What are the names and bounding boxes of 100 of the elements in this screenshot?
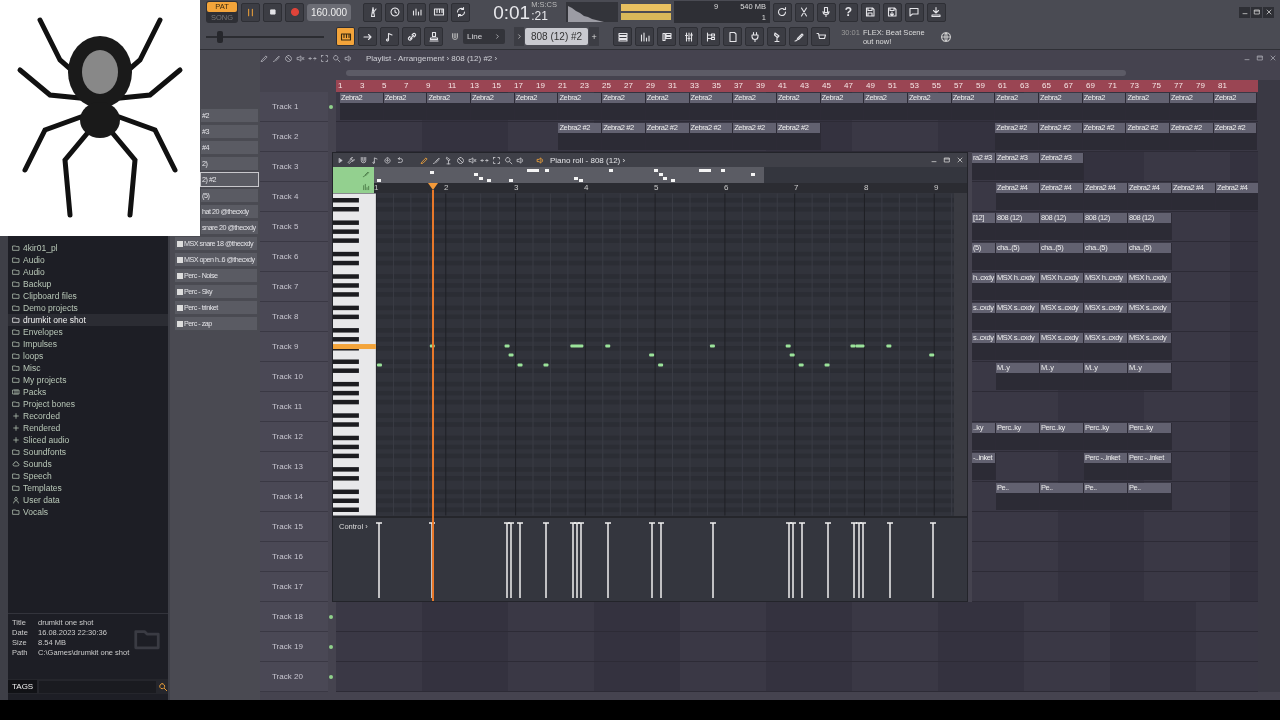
bar-number: 8 (864, 183, 870, 193)
metronome-button[interactable] (363, 2, 383, 22)
minimize-button[interactable] (1239, 6, 1250, 18)
browser-item[interactable]: Misc (8, 362, 168, 374)
pattern-selector[interactable]: 808 (12) #2 (525, 28, 589, 46)
browser-item[interactable]: Recorded (8, 410, 168, 422)
slider-thumb[interactable] (217, 30, 224, 43)
browser-item[interactable]: Project bones (8, 398, 168, 410)
download-icon (930, 6, 943, 19)
track-header[interactable]: Track 10 (260, 362, 328, 392)
browser-item[interactable]: Vocals (8, 506, 168, 518)
stamp-button[interactable] (424, 27, 443, 47)
track-header[interactable]: Track 2 (260, 122, 328, 152)
chat-button[interactable] (905, 2, 924, 22)
page-button[interactable] (723, 27, 743, 47)
mic-button[interactable] (817, 2, 836, 22)
browser-item[interactable]: Audio (8, 266, 168, 278)
snap-dropdown[interactable]: Line (463, 29, 505, 45)
vertical-scrollbar[interactable] (954, 193, 967, 516)
browser-item[interactable]: Sliced audio (8, 434, 168, 446)
download-button[interactable] (927, 2, 946, 22)
track-header[interactable]: Track 11 (260, 392, 328, 422)
track-header[interactable]: Track 6 (260, 242, 328, 272)
step-bars-button[interactable] (635, 27, 655, 47)
track-header[interactable]: Track 15 (260, 512, 328, 542)
tempo-display[interactable]: 160.000 (307, 3, 352, 21)
browser-item[interactable]: Soundfonts (8, 446, 168, 458)
browser-item[interactable]: Speech (8, 470, 168, 482)
track-header[interactable]: Track 1 (260, 92, 328, 122)
note-button[interactable] (380, 27, 399, 47)
track-lane[interactable] (972, 542, 1258, 572)
keys-button[interactable] (429, 2, 449, 22)
playhead-marker[interactable] (428, 183, 438, 601)
track-lane[interactable] (972, 572, 1258, 602)
mixer-button[interactable] (679, 27, 699, 47)
browser-item[interactable]: User data (8, 494, 168, 506)
cart-button[interactable] (811, 27, 831, 47)
close-button[interactable] (1263, 6, 1274, 18)
playlist-button[interactable] (613, 27, 633, 47)
track-header[interactable]: Track 16 (260, 542, 328, 572)
clock-button[interactable] (385, 2, 405, 22)
browser-tree-button[interactable] (701, 27, 721, 47)
track-header[interactable]: Track 12 (260, 422, 328, 452)
add-pattern-button[interactable]: + (589, 27, 600, 47)
vertical-scrollbar[interactable] (1258, 80, 1280, 692)
step-bars-button[interactable] (407, 2, 427, 22)
track-header[interactable]: Track 18 (260, 602, 328, 632)
brush-button[interactable] (789, 27, 809, 47)
browser-item[interactable]: Rendered (8, 422, 168, 434)
pitch-slider[interactable] (206, 29, 324, 44)
track-header[interactable]: Track 14 (260, 482, 328, 512)
save-as-button[interactable] (883, 2, 902, 22)
track-header[interactable]: Track 4 (260, 182, 328, 212)
track-header[interactable]: Track 13 (260, 452, 328, 482)
browser-item[interactable]: Demo projects (8, 302, 168, 314)
track-header[interactable]: Track 8 (260, 302, 328, 332)
browser-item[interactable]: Clipboard files (8, 290, 168, 302)
pause-button[interactable] (241, 2, 260, 22)
loop-button[interactable] (451, 2, 471, 22)
lamp-button[interactable] (767, 27, 787, 47)
maximize-button[interactable] (941, 154, 952, 166)
browser-item[interactable]: My projects (8, 374, 168, 386)
track-header[interactable]: Track 7 (260, 272, 328, 302)
timeline-ruler[interactable]: 1 3 5 7 9 11 13 15 17 19 21 23 25 27 29 31 33 35 37 39 41 43 45 47 49 51 53 55 57 59 61 63 65 67 69 71 73 75 77 79 81 (336, 80, 1258, 92)
browser-item[interactable]: Packs (8, 386, 168, 398)
browser-item[interactable]: Envelopes (8, 326, 168, 338)
browser-item[interactable]: Audio (8, 254, 168, 266)
track-header[interactable]: Track 9 (260, 332, 328, 362)
bar-number: 5 (382, 80, 388, 92)
browser-item[interactable]: Sounds (8, 458, 168, 470)
link-button[interactable] (402, 27, 421, 47)
keys-button[interactable] (336, 27, 355, 47)
browser-item[interactable]: drumkit one shot (8, 314, 168, 326)
track-lane[interactable] (972, 392, 1258, 422)
browser-item[interactable]: Impulses (8, 338, 168, 350)
piano-keyboard-drawing[interactable] (333, 193, 376, 516)
refresh-button[interactable] (773, 2, 792, 22)
track-header[interactable]: Track 17 (260, 572, 328, 602)
save-button[interactable] (861, 2, 880, 22)
channel-button[interactable] (657, 27, 677, 47)
track-header[interactable]: Track 5 (260, 212, 328, 242)
browser-item[interactable]: Backup (8, 278, 168, 290)
browser-item[interactable]: loops (8, 350, 168, 362)
maximize-icon (1252, 8, 1261, 17)
cut-button[interactable] (795, 2, 814, 22)
track-lane[interactable] (972, 512, 1258, 542)
track-header[interactable]: Track 19 (260, 632, 328, 662)
maximize-button[interactable] (1254, 52, 1265, 64)
browser-item[interactable]: 4kir01_pl (8, 242, 168, 254)
note-icon (371, 155, 380, 165)
folder-icon (12, 400, 20, 408)
track-header[interactable]: Track 3 (260, 152, 328, 182)
help-button[interactable]: ? (839, 2, 858, 22)
stop-button[interactable] (263, 2, 282, 22)
arrow-button[interactable] (358, 27, 377, 47)
browser-item[interactable]: Templates (8, 482, 168, 494)
plug-button[interactable] (745, 27, 765, 47)
horizontal-scrollbar[interactable] (346, 70, 1126, 76)
track-header[interactable]: Track 20 (260, 662, 328, 692)
maximize-button[interactable] (1251, 6, 1262, 18)
